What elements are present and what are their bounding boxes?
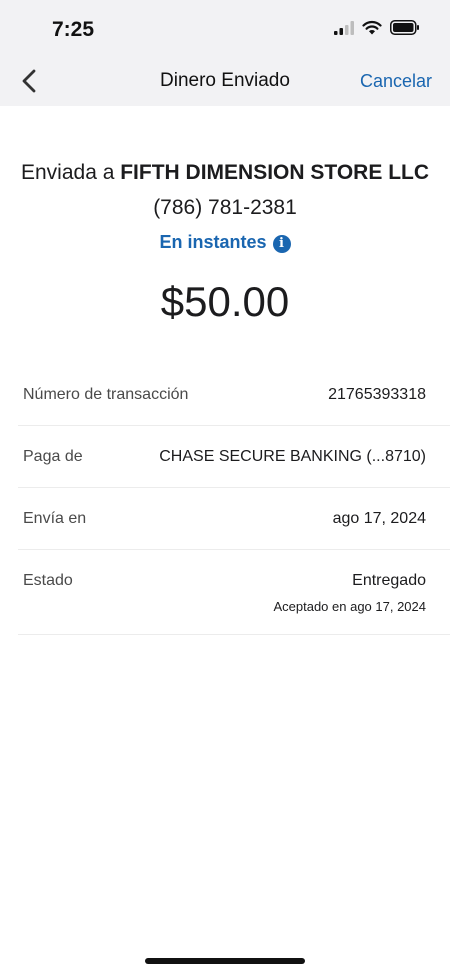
detail-value: 21765393318 [328,386,426,403]
info-icon[interactable]: i [272,235,291,253]
status-time: 7:25 [52,18,95,41]
nav-bar: Dinero Enviado Cancelar [0,56,450,106]
wifi-icon [362,20,382,35]
status-bar: 7:25 [0,0,450,56]
recipient-name: FIFTH DIMENSION STORE LLC [120,161,430,184]
detail-row-pay-from: Paga de CHASE SECURE BANKING (...8710) [18,426,450,488]
detail-label: Estado [23,572,73,589]
cancel-button[interactable]: Cancelar [360,71,432,92]
detail-label: Envía en [23,510,87,527]
recipient-prefix: Enviada a [20,161,115,184]
detail-value: CHASE SECURE BANKING (...8710) [159,448,426,465]
detail-label: Paga de [23,448,83,465]
detail-row-send-on: Envía en ago 17, 2024 [18,488,450,550]
cellular-signal-icon [334,20,354,35]
amount: $50.00 [160,278,290,325]
detail-row-status: Estado Entregado Aceptado en ago 17, 202… [18,550,450,635]
delivery-speed: En instantes i [0,232,450,253]
detail-value: ago 17, 2024 [332,510,426,527]
recipient-phone: (786) 781-2381 [153,196,297,219]
status-accepted-date: Aceptado en ago 17, 2024 [273,599,426,614]
delivery-speed-label: En instantes [159,232,267,252]
battery-icon [390,20,419,35]
recipient-line: Enviada a FIFTH DIMENSION STORE LLC [0,161,450,185]
detail-label: Número de transacción [23,386,189,403]
home-indicator [145,958,305,964]
detail-row-transaction-number: Número de transacción 21765393318 [18,364,450,426]
status-value: Entregado [352,572,426,589]
status-icons [334,20,420,35]
